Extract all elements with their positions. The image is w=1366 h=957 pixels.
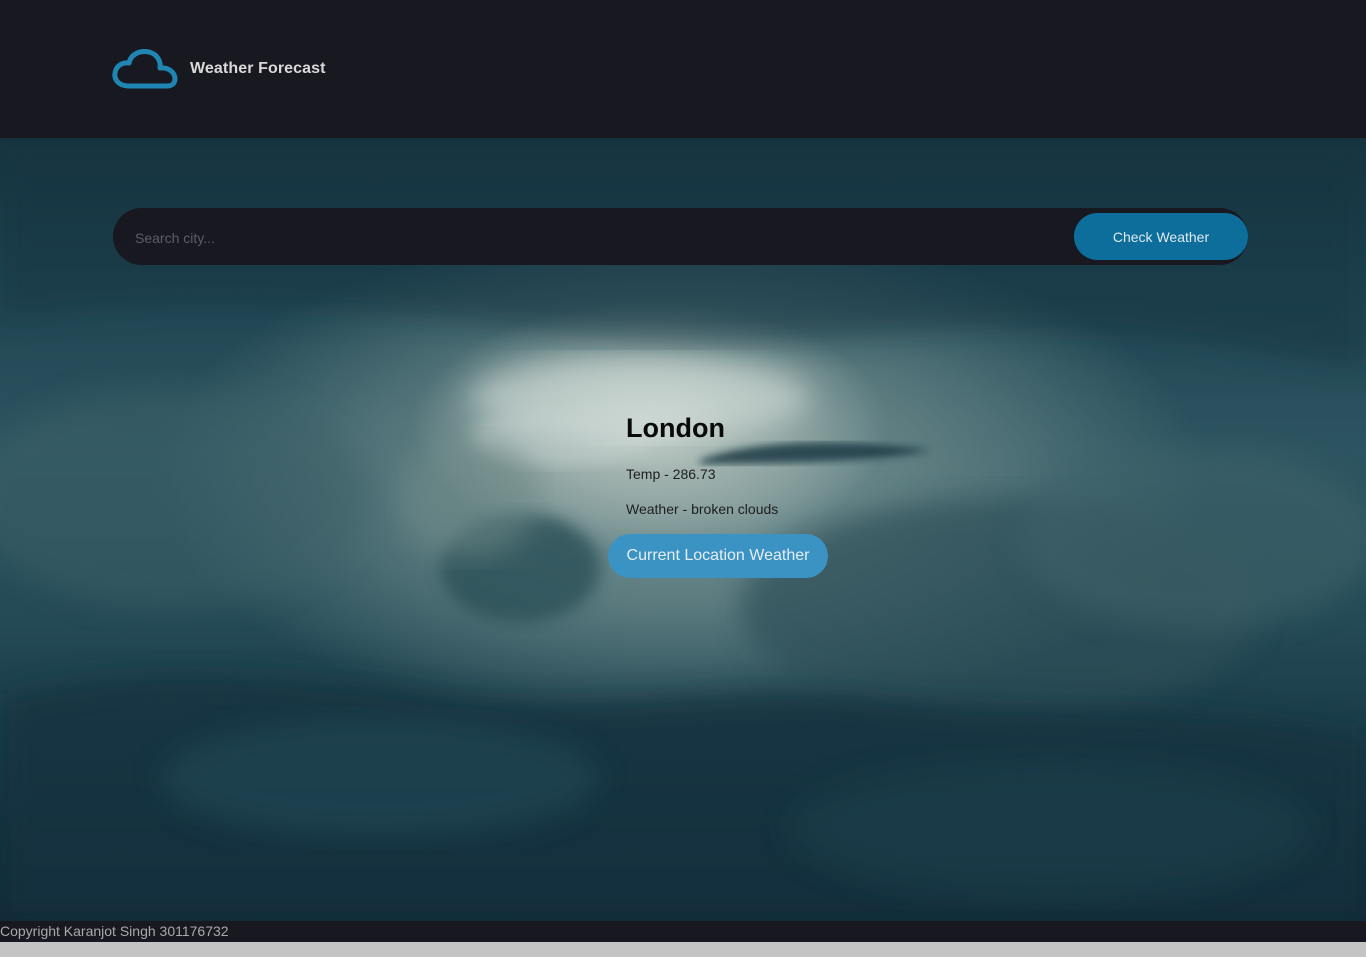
temperature-text: Temp - 286.73 — [626, 466, 716, 482]
brand[interactable]: Weather Forecast — [112, 49, 326, 89]
footer: Copyright Karanjot Singh 301176732 — [0, 921, 1366, 942]
app-title: Weather Forecast — [190, 60, 326, 77]
cloud-icon — [112, 49, 178, 89]
weather-result: London Temp - 286.73 Weather - broken cl… — [626, 410, 778, 517]
city-name: London — [626, 413, 725, 443]
current-location-weather-button[interactable]: Current Location Weather — [608, 534, 828, 578]
header: Weather Forecast — [0, 0, 1366, 138]
hero-background: Check Weather London Temp - 286.73 Weath… — [0, 138, 1366, 921]
check-weather-button[interactable]: Check Weather — [1074, 213, 1248, 260]
search-bar: Check Weather — [113, 208, 1248, 267]
page-bottom-strip — [0, 942, 1366, 957]
search-city-input[interactable] — [133, 208, 1057, 267]
copyright-text: Copyright Karanjot Singh 301176732 — [0, 923, 229, 939]
weather-description: Weather - broken clouds — [626, 501, 779, 517]
